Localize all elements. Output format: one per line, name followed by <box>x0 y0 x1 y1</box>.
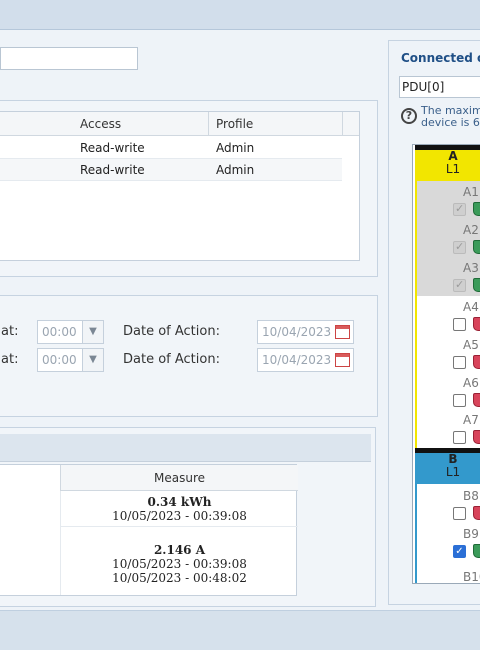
measure-time: 10/05/2023 - 00:48:02 <box>112 571 247 585</box>
help-icon: ? <box>401 108 417 124</box>
bottom-bar <box>0 610 480 650</box>
outlet-checkbox[interactable] <box>453 356 466 369</box>
outlet-checkbox[interactable] <box>453 431 466 444</box>
plug-icon <box>473 355 480 369</box>
outlet-label: A6 <box>463 376 479 390</box>
name-input[interactable] <box>0 47 138 70</box>
time-value: 00:00 <box>42 325 77 339</box>
column-header-access[interactable]: Access <box>80 117 121 131</box>
plug-icon <box>473 393 480 407</box>
outlet-checkbox <box>453 202 466 216</box>
time-select[interactable]: 00:00 ▼ <box>37 320 104 344</box>
measures-table: Measure 0.34 kWh 10/05/2023 - 00:39:08 2… <box>0 464 298 596</box>
column-divider <box>208 112 209 136</box>
date-value: 10/04/2023 <box>262 353 332 367</box>
measure-value: 2.146 A <box>153 543 206 557</box>
measure-cell: 2.146 A 10/05/2023 - 00:39:08 10/05/2023… <box>60 527 298 595</box>
outlet-checkbox[interactable]: ✓ <box>453 545 466 558</box>
plug-icon <box>473 202 480 216</box>
connected-outlets-panel: Connected ou PDU[0] ? The maximu device … <box>388 40 480 605</box>
group-line: L1 <box>445 465 461 479</box>
date-field[interactable]: 10/04/2023 <box>257 320 354 344</box>
outlet-checkbox[interactable] <box>453 507 466 520</box>
measure-time: 10/05/2023 - 00:39:08 <box>112 509 247 523</box>
outlet-group-header: B L1 <box>415 448 480 484</box>
calendar-icon[interactable] <box>335 325 350 339</box>
outlet-label: A4 <box>463 300 479 314</box>
profile-cell: Admin <box>216 163 255 177</box>
chevron-down-icon[interactable]: ▼ <box>82 349 103 371</box>
date-value: 10/04/2023 <box>262 325 332 339</box>
outlet-label: A1 <box>463 185 479 199</box>
users-panel: Access Profile Read-write Admin Read-wri… <box>0 100 378 277</box>
outlet-checkbox[interactable] <box>453 318 466 331</box>
date-of-action-label: Date of Action: <box>123 352 220 367</box>
measure-value: 0.34 kWh <box>147 495 212 509</box>
top-bar <box>0 0 480 30</box>
plug-icon <box>473 430 480 444</box>
plug-icon <box>473 506 480 520</box>
max-outlets-note: The maximu device is 6. <box>421 105 480 129</box>
users-table-header: Access Profile <box>0 112 359 136</box>
outlet-checkbox[interactable] <box>453 394 466 407</box>
schedule-panel: at: 00:00 ▼ Date of Action: 10/04/2023 a… <box>0 295 378 417</box>
pdu-select[interactable]: PDU[0] <box>399 76 480 98</box>
access-cell: Read-write <box>80 141 145 155</box>
measures-panel-header <box>0 434 371 462</box>
chevron-down-icon[interactable]: ▼ <box>82 321 103 343</box>
outlet-checkbox <box>453 278 466 292</box>
profile-cell: Admin <box>216 141 255 155</box>
measure-time: 10/05/2023 - 00:39:08 <box>112 557 247 571</box>
outlet-label: A7 <box>463 413 479 427</box>
time-value: 00:00 <box>42 353 77 367</box>
users-table: Access Profile Read-write Admin Read-wri… <box>0 111 360 261</box>
table-row[interactable]: Read-write Admin <box>0 159 342 181</box>
date-of-action-label: Date of Action: <box>123 324 220 339</box>
calendar-icon[interactable] <box>335 353 350 367</box>
outlet-label: A5 <box>463 338 479 352</box>
access-cell: Read-write <box>80 163 145 177</box>
outlet-label: B10 <box>463 570 480 584</box>
outlet-group-header: A L1 <box>415 145 480 181</box>
column-divider <box>342 112 343 136</box>
at-label: at: <box>1 324 19 339</box>
outlet-label: B9 <box>463 527 479 541</box>
column-header-profile[interactable]: Profile <box>216 117 253 131</box>
plug-icon <box>473 278 480 292</box>
table-row[interactable]: Read-write Admin <box>0 137 342 159</box>
at-label: at: <box>1 352 19 367</box>
measure-cell: 0.34 kWh 10/05/2023 - 00:39:08 <box>60 491 298 527</box>
group-line: L1 <box>445 162 461 176</box>
outlet-list: A L1 A1 A2 A3 A4 A5 A6 A7 B L1 B8 <box>412 144 480 584</box>
outlet-label: A3 <box>463 261 479 275</box>
time-select[interactable]: 00:00 ▼ <box>37 348 104 372</box>
plug-icon <box>473 240 480 254</box>
measures-panel: Measure 0.34 kWh 10/05/2023 - 00:39:08 2… <box>0 427 376 607</box>
panel-title: Connected ou <box>401 51 480 65</box>
column-header-measure[interactable]: Measure <box>60 465 298 491</box>
plug-icon <box>473 544 480 558</box>
note-line: device is 6. <box>421 116 480 129</box>
outlet-label: A2 <box>463 223 479 237</box>
plug-icon <box>473 317 480 331</box>
outlet-checkbox <box>453 240 466 254</box>
date-field[interactable]: 10/04/2023 <box>257 348 354 372</box>
outlet-label: B8 <box>463 489 479 503</box>
